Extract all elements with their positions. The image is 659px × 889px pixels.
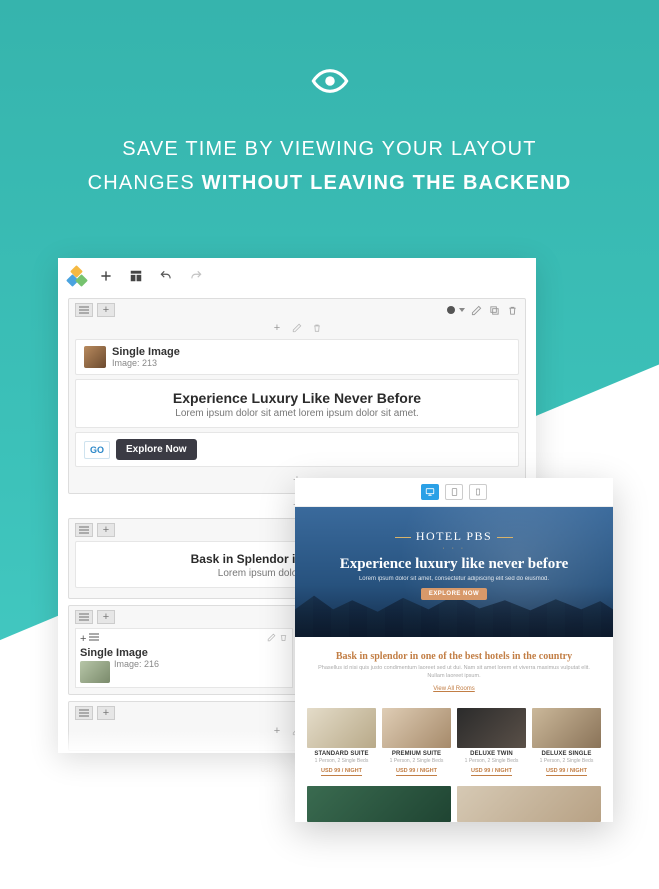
column-add-button[interactable]: + (97, 303, 115, 317)
copy-icon[interactable] (487, 303, 501, 317)
room-photo (382, 708, 451, 748)
room-name: STANDARD SUITE (307, 751, 376, 757)
image-element-title: Single Image (112, 346, 180, 358)
col-add-icon[interactable]: + (80, 633, 86, 645)
redo-button[interactable] (186, 266, 206, 286)
room-card[interactable]: DELUXE SINGLE 1 Person, 2 Single Beds US… (532, 708, 601, 776)
templates-button[interactable] (126, 266, 146, 286)
room-sub: 1 Person, 2 Single Beds (532, 758, 601, 764)
inner-add-icon[interactable]: + (270, 321, 284, 335)
image-element-meta: Image: 213 (112, 358, 180, 368)
room-price: USD 99 / NIGHT (546, 768, 587, 776)
room-name: DELUXE SINGLE (532, 751, 601, 757)
rooms-grid-2 (295, 780, 613, 822)
room-price: USD 99 / NIGHT (321, 768, 362, 776)
hero-subtitle: Lorem ipsum dolor sit amet, consectetur … (295, 576, 613, 582)
headline-line1: SAVE TIME BY VIEWING YOUR LAYOUT (122, 138, 536, 160)
headline: SAVE TIME BY VIEWING YOUR LAYOUT CHANGES… (0, 132, 659, 200)
undo-button[interactable] (156, 266, 176, 286)
room-card[interactable]: STANDARD SUITE 1 Person, 2 Single Beds U… (307, 708, 376, 776)
rooms-grid: STANDARD SUITE 1 Person, 2 Single Beds U… (295, 702, 613, 780)
preview-hero: HOTEL PBS · · · Experience luxury like n… (295, 507, 613, 637)
intro-subtitle: Phasellus id nisi quis justo condimentum… (309, 665, 599, 680)
builder-logo-icon (68, 267, 86, 285)
body-text: Lorem ipsum dolor sit amet lorem ipsum d… (84, 408, 510, 421)
room-sub: 1 Person, 2 Single Beds (307, 758, 376, 764)
column-1[interactable]: + Single Image Image: 216 (75, 628, 293, 688)
col-delete-icon[interactable] (279, 633, 288, 645)
text-heading-element[interactable]: Experience Luxury Like Never Before Lore… (75, 379, 519, 428)
button-element[interactable]: GO Explore Now (75, 432, 519, 467)
col-drag-icon[interactable] (89, 633, 99, 645)
room-photo (307, 786, 451, 822)
status-dot-icon (447, 306, 455, 314)
drag-handle-icon[interactable] (75, 303, 93, 317)
room-sub: 1 Person, 2 Single Beds (382, 758, 451, 764)
drag-handle-icon[interactable] (75, 706, 93, 720)
room-name: DELUXE TWIN (457, 751, 526, 757)
room-name: PREMIUM SUITE (382, 751, 451, 757)
col1-thumbnail (80, 661, 110, 683)
drag-handle-icon[interactable] (75, 523, 93, 537)
room-price: USD 99 / NIGHT (396, 768, 437, 776)
editor-row-1[interactable]: + + Single Image Image: 213 (68, 298, 526, 494)
editor-toolbar (58, 258, 536, 292)
delete-icon[interactable] (505, 303, 519, 317)
image-element[interactable]: Single Image Image: 213 (75, 339, 519, 375)
add-element-button[interactable] (96, 266, 116, 286)
inner-delete-icon[interactable] (310, 321, 324, 335)
desktop-tab[interactable] (421, 484, 439, 500)
eye-icon (311, 62, 349, 100)
column-add-button[interactable]: + (97, 610, 115, 624)
heading-text: Experience Luxury Like Never Before (84, 386, 510, 408)
intro-title: Bask in splendor in one of the best hote… (309, 651, 599, 662)
mobile-tab[interactable] (469, 484, 487, 500)
room-card[interactable]: DELUXE TWIN 1 Person, 2 Single Beds USD … (457, 708, 526, 776)
room-price: USD 99 / NIGHT (471, 768, 512, 776)
column-add-button[interactable]: + (97, 523, 115, 537)
room-photo (307, 708, 376, 748)
hotel-logo-text: HOTEL PBS (295, 529, 613, 544)
col1-meta: Image: 216 (114, 659, 159, 669)
image-thumbnail (84, 346, 106, 368)
column-add-button[interactable]: + (97, 706, 115, 720)
view-all-rooms-link[interactable]: View All Rooms (433, 686, 475, 692)
col1-title: Single Image (80, 647, 288, 659)
room-photo (457, 708, 526, 748)
tablet-tab[interactable] (445, 484, 463, 500)
logo-ornament: · · · (295, 545, 613, 552)
chevron-down-icon[interactable] (459, 308, 465, 312)
edit-icon[interactable] (469, 303, 483, 317)
hero-title: Experience luxury like never before (295, 556, 613, 573)
room-photo (457, 786, 601, 822)
room-sub: 1 Person, 2 Single Beds (457, 758, 526, 764)
cta-button[interactable]: Explore Now (116, 439, 197, 460)
headline-line2b: WITHOUT LEAVING THE BACKEND (202, 172, 572, 194)
inner-edit-icon[interactable] (290, 321, 304, 335)
live-preview-panel: HOTEL PBS · · · Experience luxury like n… (295, 478, 613, 822)
room-photo (532, 708, 601, 748)
headline-line2a: CHANGES (88, 172, 202, 194)
col-edit-icon[interactable] (267, 633, 276, 645)
room-card[interactable]: PREMIUM SUITE 1 Person, 2 Single Beds US… (382, 708, 451, 776)
preview-device-tabs (295, 478, 613, 507)
drag-handle-icon[interactable] (75, 610, 93, 624)
go-badge: GO (84, 441, 110, 459)
hero-cta-button[interactable]: EXPLORE NOW (421, 588, 487, 600)
preview-intro-section: Bask in splendor in one of the best hote… (295, 637, 613, 702)
